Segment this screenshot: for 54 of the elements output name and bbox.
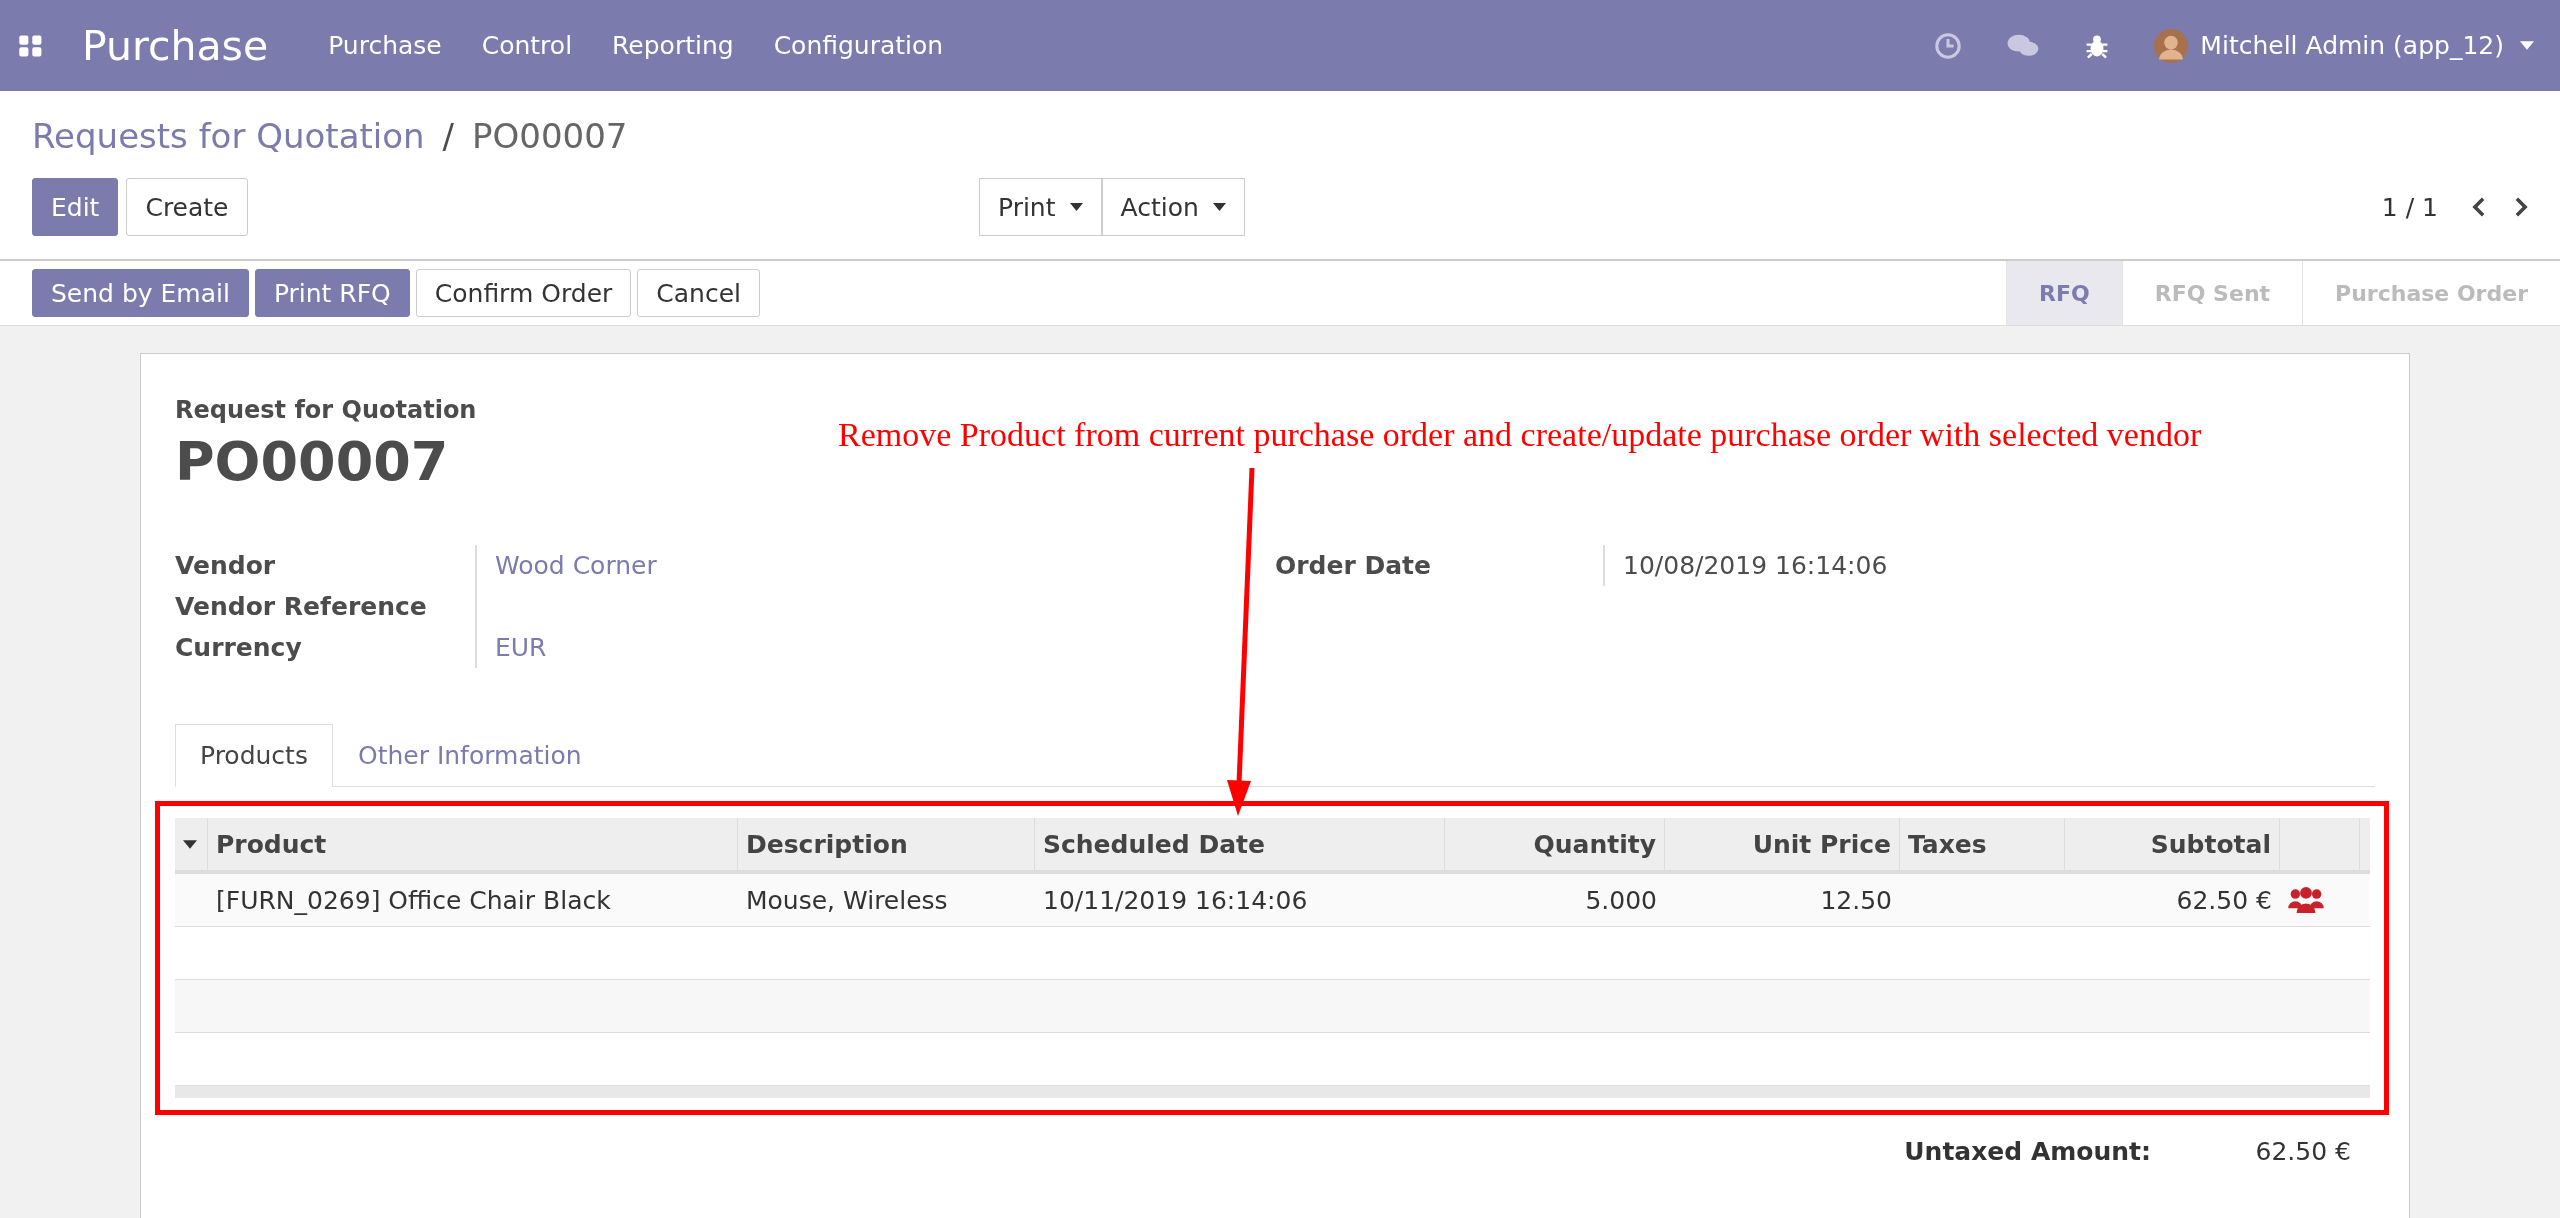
total-value: 62.50 €	[2254, 1137, 2351, 1166]
menu-item[interactable]: Reporting	[612, 31, 734, 60]
form-subtitle: Request for Quotation	[175, 396, 477, 424]
cancel-button[interactable]: Cancel	[637, 269, 760, 317]
sort-caret-icon[interactable]	[183, 839, 197, 849]
form-title: PO00007	[175, 430, 449, 493]
table-cell: Mouse, Wireless	[746, 885, 948, 915]
users-icon[interactable]	[2288, 887, 2324, 913]
field-value: 10/08/2019 16:14:06	[1623, 551, 1888, 580]
user-menu[interactable]: Mitchell Admin (app_12)	[2200, 31, 2504, 60]
table-cell: 5.000	[1585, 885, 1657, 915]
caret-icon	[1212, 203, 1226, 211]
caret-icon	[1069, 203, 1083, 211]
table-cell: [FURN_0269] Office Chair Black	[216, 885, 611, 915]
menu-item[interactable]: Purchase	[328, 31, 442, 60]
breadcrumb-separator: /	[442, 116, 455, 156]
table-cell: 12.50	[1820, 885, 1892, 915]
column-header[interactable]: Scheduled Date	[1035, 818, 1445, 870]
table-cell: 62.50 €	[2176, 885, 2272, 915]
avatar-icon	[2154, 28, 2189, 63]
column-header[interactable]: Taxes	[1900, 818, 2065, 870]
column-header[interactable]: Subtotal	[2065, 818, 2280, 870]
action-dropdown[interactable]: Action	[1101, 178, 1245, 236]
menu-item[interactable]: Control	[481, 31, 573, 60]
total-label: Untaxed Amount:	[1904, 1137, 2151, 1166]
notebook-tab[interactable]: Other Information	[332, 724, 607, 787]
field-label: Vendor Reference	[175, 591, 428, 623]
send-email-button[interactable]: Send by Email	[32, 269, 249, 317]
previous-icon[interactable]	[2472, 196, 2486, 218]
field-label: Currency	[175, 632, 303, 664]
column-header[interactable]: Unit Price	[1665, 818, 1900, 870]
column-header[interactable]: Product	[208, 818, 738, 870]
field-label: Order Date	[1275, 550, 1432, 582]
breadcrumb-current: PO00007	[472, 116, 628, 156]
field-value-link[interactable]: Wood Corner	[495, 551, 657, 580]
print-rfq-button[interactable]: Print RFQ	[254, 269, 410, 317]
field-label: Vendor	[175, 550, 277, 582]
column-header[interactable]: Description	[738, 818, 1035, 870]
annotation-text: Remove Product from current purchase order and create/update purchase order with selected vendor	[838, 416, 2202, 454]
print-dropdown[interactable]: Print	[979, 178, 1102, 236]
caret-icon	[2520, 41, 2534, 50]
confirm-order-button[interactable]: Confirm Order	[415, 269, 632, 317]
menu-item[interactable]: Configuration	[773, 31, 944, 60]
next-icon[interactable]	[2514, 196, 2528, 218]
pager-value: 1 / 1	[2381, 192, 2438, 222]
status-stage[interactable]: RFQ	[2006, 261, 2122, 325]
field-value-link[interactable]: EUR	[495, 633, 547, 662]
app-name: Purchase	[82, 21, 269, 70]
notebook-tab[interactable]: Products	[175, 724, 333, 787]
create-button[interactable]: Create	[126, 178, 248, 236]
table-cell: 10/11/2019 16:14:06	[1043, 885, 1308, 915]
column-header[interactable]: Quantity	[1445, 818, 1665, 870]
breadcrumb-link[interactable]: Requests for Quotation	[32, 116, 425, 156]
edit-button[interactable]: Edit	[32, 178, 119, 236]
